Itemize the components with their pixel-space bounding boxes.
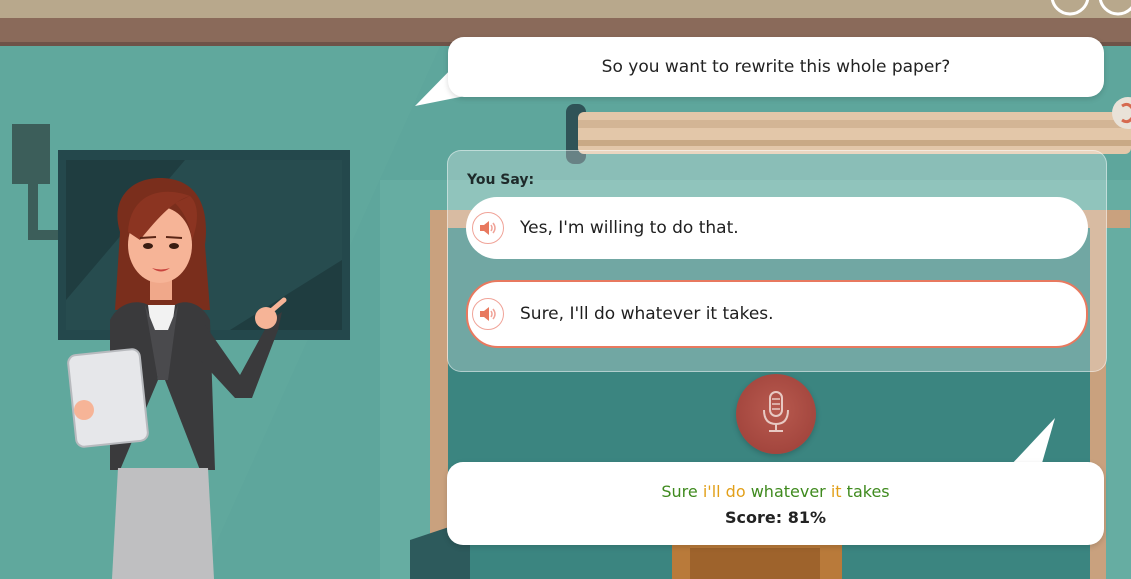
npc-prompt-text: So you want to rewrite this whole paper? [601,57,951,77]
speaker-icon[interactable] [472,212,504,244]
recognized-word: it [830,482,842,501]
recognized-speech: Sure i'll do whatever it takes [447,482,1104,501]
response-option-text: Sure, I'll do whatever it takes. [520,304,774,324]
microphone-icon [759,390,793,438]
recognized-word: do [725,482,746,501]
recognized-word: i'll [702,482,721,501]
microphone-button[interactable] [736,374,816,454]
response-option-text: Yes, I'm willing to do that. [520,218,739,238]
score-value: 81% [787,508,826,527]
response-options-panel: You Say: Yes, I'm willing to do that. Su… [447,150,1107,372]
response-option-2-selected[interactable]: Sure, I'll do whatever it takes. [466,280,1088,348]
score-line: Score: 81% [447,508,1104,527]
score-label: Score: [724,508,783,527]
you-say-label: You Say: [467,172,535,188]
response-option-1[interactable]: Yes, I'm willing to do that. [466,197,1088,259]
speaker-icon[interactable] [472,298,504,330]
npc-speech-bubble: So you want to rewrite this whole paper? [448,37,1104,97]
recognized-word: takes [846,482,890,501]
recognized-word: whatever [750,482,826,501]
result-speech-bubble: Sure i'll do whatever it takes Score: 81… [447,462,1104,545]
recognized-word: Sure [661,482,698,501]
